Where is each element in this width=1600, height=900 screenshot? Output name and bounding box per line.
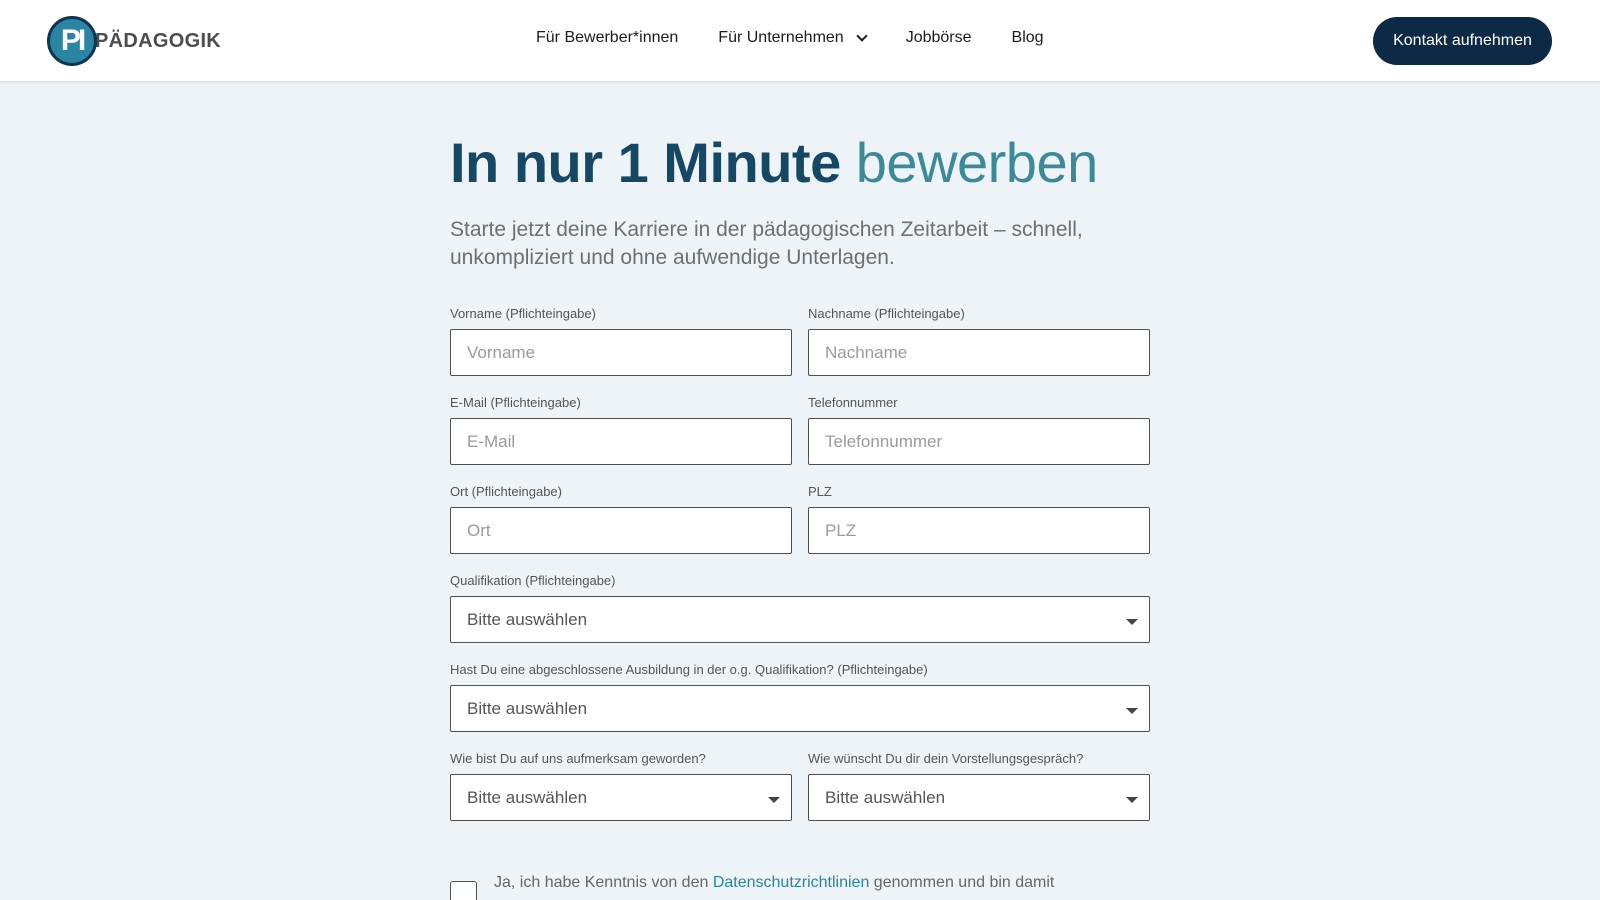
nachname-group: Nachname (Pflichteingabe) xyxy=(808,305,1150,376)
qualifikation-selected: Bitte auswählen xyxy=(467,609,588,629)
vorname-group: Vorname (Pflichteingabe) xyxy=(450,305,792,376)
nav-item-label: Für Bewerber*innen xyxy=(536,29,679,46)
telefon-input[interactable] xyxy=(808,418,1150,465)
page-title: In nur 1 Minute bewerben xyxy=(450,128,1150,198)
consent-text-after: genommen und bin damit xyxy=(869,874,1055,891)
caret-down-icon xyxy=(1126,619,1138,625)
nav-item-label: Blog xyxy=(1011,29,1044,46)
aufmerksam-select[interactable]: Bitte auswählen xyxy=(450,774,792,821)
privacy-policy-link[interactable]: Datenschutzrichtlinien xyxy=(713,874,870,891)
vorname-input[interactable] xyxy=(450,329,792,376)
aufmerksam-selected: Bitte auswählen xyxy=(467,787,588,807)
site-header: PI PÄDAGOGIK Für Bewerber*innen Für Unte… xyxy=(0,0,1600,82)
consent-text: Ja, ich habe Kenntnis von den Datenschut… xyxy=(494,871,1054,900)
aufmerksam-label: Wie bist Du auf uns aufmerksam geworden? xyxy=(450,751,706,766)
ort-input[interactable] xyxy=(450,507,792,554)
logo-mark-text: PI xyxy=(60,24,86,57)
logo-mark-icon: PI xyxy=(47,16,97,66)
application-form: Vorname (Pflichteingabe) Nachname (Pflic… xyxy=(450,305,1150,821)
telefon-label: Telefonnummer xyxy=(808,395,898,410)
qualifikation-group: Qualifikation (Pflichteingabe) Bitte aus… xyxy=(450,572,1150,643)
telefon-group: Telefonnummer xyxy=(808,394,1150,465)
caret-down-icon xyxy=(768,797,780,803)
qualifikation-label: Qualifikation (Pflichteingabe) xyxy=(450,573,616,588)
ausbildung-selected: Bitte auswählen xyxy=(467,698,588,718)
gespraech-selected: Bitte auswählen xyxy=(825,787,946,807)
contact-button[interactable]: Kontakt aufnehmen xyxy=(1373,17,1552,65)
email-label: E-Mail (Pflichteingabe) xyxy=(450,395,581,410)
nachname-input[interactable] xyxy=(808,329,1150,376)
consent-checkbox[interactable] xyxy=(450,881,477,900)
vorname-label: Vorname (Pflichteingabe) xyxy=(450,306,596,321)
chevron-down-icon xyxy=(856,30,868,42)
plz-group: PLZ xyxy=(808,483,1150,554)
brand-logo[interactable]: PI PÄDAGOGIK xyxy=(47,15,221,67)
page-title-bold: In nur 1 Minute xyxy=(450,131,841,194)
plz-input[interactable] xyxy=(808,507,1150,554)
page-subtitle: Starte jetzt deine Karriere in der pädag… xyxy=(450,218,1083,269)
consent-text-before: Ja, ich habe Kenntnis von den xyxy=(494,874,713,891)
nav-item-label: Für Unternehmen xyxy=(718,29,844,46)
plz-label: PLZ xyxy=(808,484,832,499)
ausbildung-group: Hast Du eine abgeschlossene Ausbildung i… xyxy=(450,661,1150,732)
nav-item-jobboerse[interactable]: Jobbörse xyxy=(906,29,972,47)
ausbildung-select[interactable]: Bitte auswählen xyxy=(450,685,1150,732)
nav-item-unternehmen[interactable]: Für Unternehmen xyxy=(718,29,868,47)
qualifikation-select[interactable]: Bitte auswählen xyxy=(450,596,1150,643)
nav-item-label: Jobbörse xyxy=(905,29,972,46)
caret-down-icon xyxy=(1126,708,1138,714)
page-title-light: bewerben xyxy=(855,131,1098,194)
ort-label: Ort (Pflichteingabe) xyxy=(450,484,562,499)
nachname-label: Nachname (Pflichteingabe) xyxy=(808,306,965,321)
consent-row: Ja, ich habe Kenntnis von den Datenschut… xyxy=(450,871,1150,900)
email-input[interactable] xyxy=(450,418,792,465)
email-group: E-Mail (Pflichteingabe) xyxy=(450,394,792,465)
caret-down-icon xyxy=(1126,797,1138,803)
ausbildung-label: Hast Du eine abgeschlossene Ausbildung i… xyxy=(450,662,928,677)
ort-group: Ort (Pflichteingabe) xyxy=(450,483,792,554)
nav-item-bewerber[interactable]: Für Bewerber*innen xyxy=(536,29,678,47)
nav-item-blog[interactable]: Blog xyxy=(1012,29,1044,47)
hero-section: In nur 1 Minute bewerben Starte jetzt de… xyxy=(450,128,1150,272)
aufmerksam-group: Wie bist Du auf uns aufmerksam geworden?… xyxy=(450,750,792,821)
main-nav: Für Bewerber*innen Für Unternehmen Jobbö… xyxy=(536,29,1044,47)
gespraech-select[interactable]: Bitte auswählen xyxy=(808,774,1150,821)
gespraech-label: Wie wünscht Du dir dein Vorstellungsgesp… xyxy=(808,751,1084,766)
gespraech-group: Wie wünscht Du dir dein Vorstellungsgesp… xyxy=(808,750,1150,821)
logo-text: PÄDAGOGIK xyxy=(95,29,222,52)
